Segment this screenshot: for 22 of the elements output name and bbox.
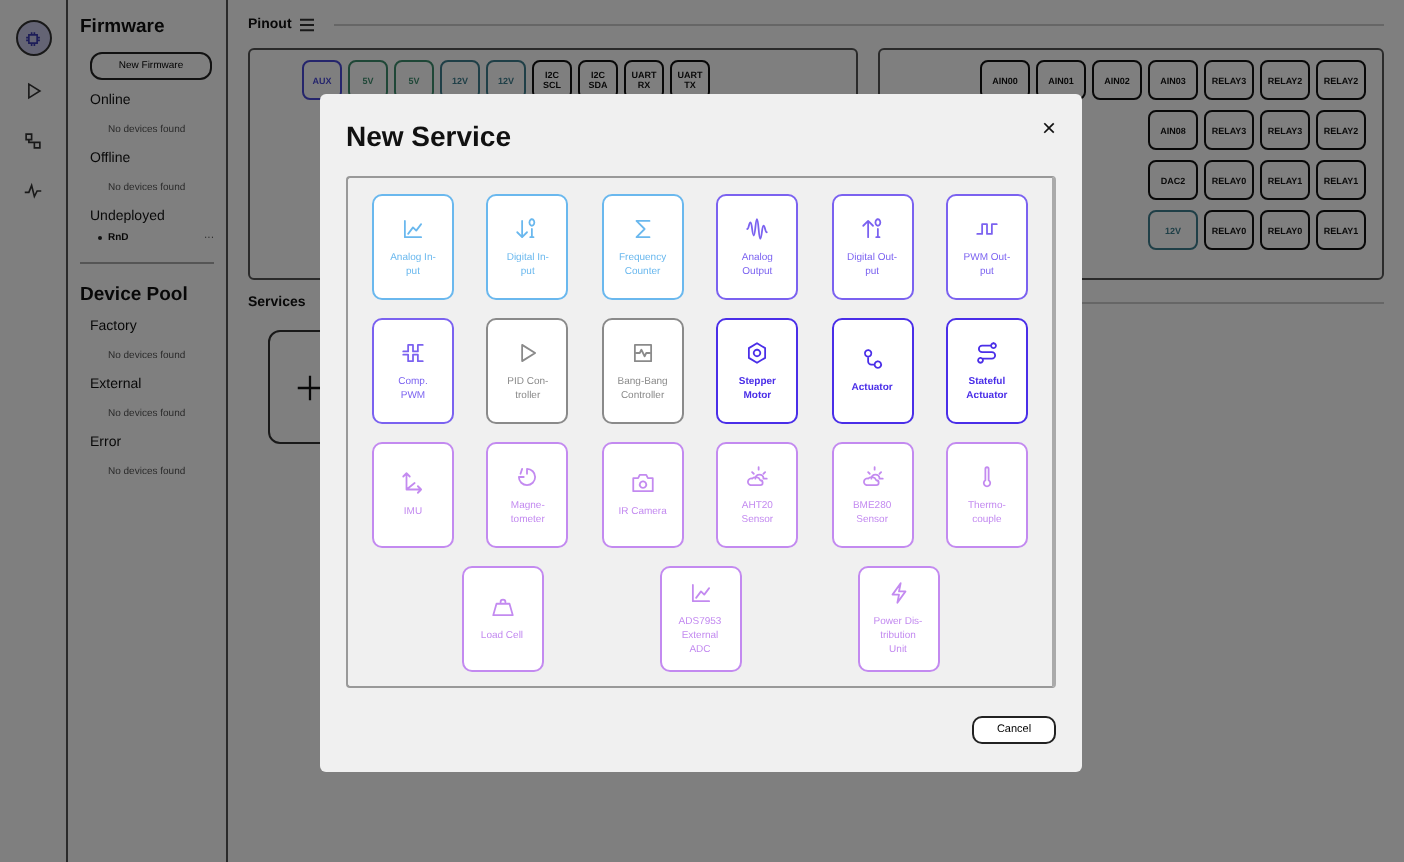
double-square-wave-icon [400, 339, 426, 365]
line-chart-icon [687, 580, 713, 606]
axes-icon [400, 470, 426, 496]
hexagon-nut-icon [744, 339, 771, 365]
up-arrow-digits-icon [859, 215, 886, 241]
close-button[interactable]: × [1041, 116, 1056, 140]
line-chart-icon [400, 215, 426, 241]
camera-icon [629, 470, 656, 496]
switch-path-icon [973, 339, 1000, 365]
section-title: Device Pool [80, 284, 190, 306]
dialog-title: New Service [346, 120, 511, 152]
sun-cloud-icon [859, 463, 886, 489]
plus-icon [296, 373, 324, 401]
sun-cloud-icon [744, 463, 771, 489]
chip-icon[interactable] [15, 20, 51, 56]
section-title: Firmware [80, 16, 167, 38]
pulse-box-icon [629, 339, 656, 365]
list-icon[interactable] [299, 18, 314, 32]
down-arrow-digits-icon [514, 215, 541, 241]
linked-nodes-icon [859, 346, 886, 372]
weight-icon [489, 594, 515, 620]
wave-icon [744, 215, 771, 241]
